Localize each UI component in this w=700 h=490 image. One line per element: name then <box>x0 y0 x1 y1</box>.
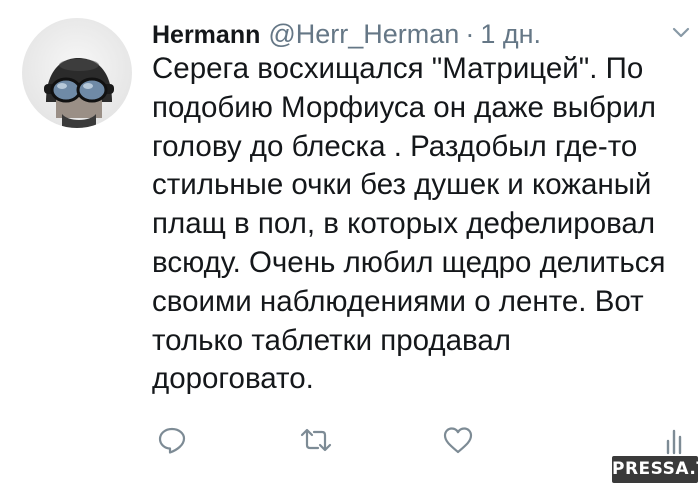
avatar[interactable] <box>22 18 132 128</box>
tweet-text-line: своими наблюдениями о ленте. Вот <box>152 284 644 318</box>
author-handle[interactable]: @Herr_Herman <box>268 14 459 54</box>
like-button[interactable] <box>438 420 478 460</box>
tweet-text-line: Серега восхищался "Матрицей". По <box>152 52 644 85</box>
tweet-card: Hermann @Herr_Herman · 1 дн. Серега восх… <box>0 0 700 490</box>
analytics-button[interactable] <box>654 420 694 460</box>
reply-button[interactable] <box>152 420 192 460</box>
watermark-logo: PRESSA.TV <box>612 456 700 483</box>
reply-icon <box>158 427 186 454</box>
avatar-helmet-goggles-icon <box>44 58 114 128</box>
heart-icon <box>443 427 473 454</box>
tweet-text-line: подобию Морфиуса он даже выбрил <box>152 90 657 124</box>
tweet-text: Серега восхищался "Матрицей". По подобию… <box>152 50 697 399</box>
tweet-text-line: стильные очки без душек и кожаный <box>152 168 652 202</box>
tweet-text-line: только таблетки продавал <box>152 323 511 357</box>
retweet-icon <box>300 428 332 452</box>
tweet-text-line: дороговато. <box>152 362 314 396</box>
tweet-text-line: голову до блеска . Раздобыл где-то <box>152 129 638 163</box>
tweet-header: Hermann @Herr_Herman · 1 дн. <box>152 14 541 54</box>
analytics-icon <box>666 429 682 455</box>
retweet-button[interactable] <box>296 420 336 460</box>
tweet-actions <box>0 420 700 460</box>
tweet-text-line: всюду. Очень любил щедро делиться <box>152 245 666 279</box>
author-name[interactable]: Hermann <box>152 15 260 55</box>
separator-dot: · <box>465 19 475 49</box>
tweet-text-line: плащ в пол, в которых дефелировал <box>152 207 656 241</box>
tweet-timestamp[interactable]: 1 дн. <box>480 14 541 54</box>
chevron-down-icon[interactable] <box>672 26 690 40</box>
